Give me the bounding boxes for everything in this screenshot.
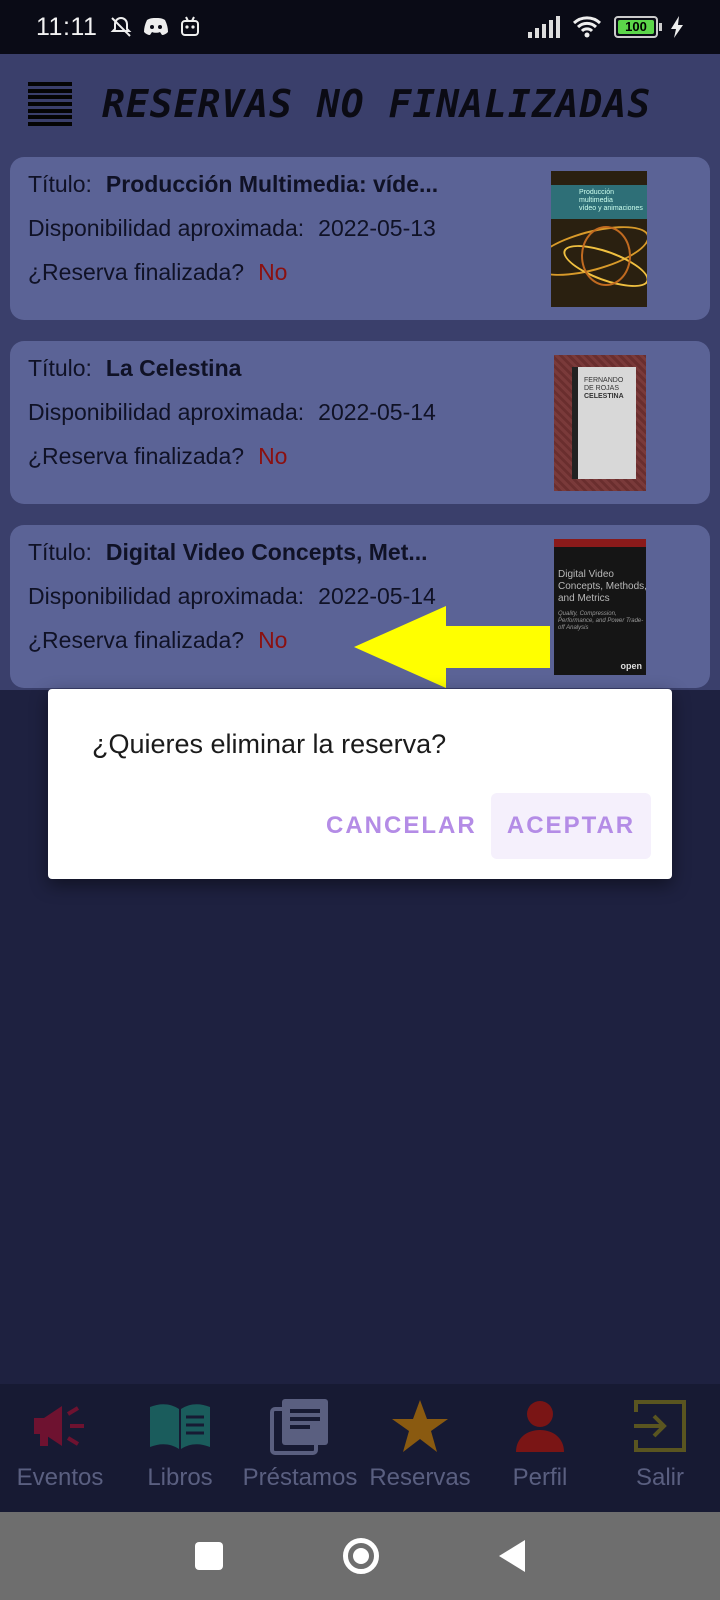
status-bar: 11:11 100: [0, 0, 720, 54]
cover-text: open: [620, 661, 643, 671]
availability-date: 2022-05-14: [318, 399, 436, 425]
card-title-row: Título: Producción Multimedia: víde...: [28, 171, 438, 198]
nav-label: Libros: [147, 1464, 213, 1491]
hamburger-menu-icon[interactable]: [28, 82, 72, 126]
book-title: Producción Multimedia: víde...: [105, 171, 439, 197]
app-header: RESERVAS NO FINALIZADAS: [0, 54, 720, 154]
book-cover-image: FERNANDO DE ROJAS CELESTINA: [554, 355, 646, 491]
card-finished-row: ¿Reserva finalizada? No: [28, 627, 287, 654]
documents-icon: [268, 1396, 332, 1456]
megaphone-icon: [28, 1396, 92, 1456]
yellow-arrow-icon: [354, 606, 550, 688]
status-time: 11:11: [36, 12, 98, 41]
discord-icon: [144, 18, 169, 35]
finished-label: ¿Reserva finalizada?: [28, 627, 245, 653]
cover-text: CELESTINA: [584, 393, 624, 400]
cover-text: Producción multimedia: [579, 189, 615, 204]
book-title: Digital Video Concepts, Met...: [105, 539, 428, 565]
nav-item-perfil[interactable]: Perfil: [480, 1384, 600, 1512]
status-left-icons: [109, 15, 201, 39]
finished-value: No: [258, 259, 288, 285]
cover-text: Quality, Compression, Performance, and P…: [558, 611, 644, 631]
availability-label: Disponibilidad aproximada:: [28, 215, 305, 241]
nav-label: Eventos: [16, 1464, 104, 1491]
star-icon: [388, 1396, 452, 1456]
back-button[interactable]: [499, 1540, 525, 1572]
status-right-icons: 100: [528, 15, 684, 39]
signal-icon: [528, 16, 560, 38]
card-availability-row: Disponibilidad aproximada: 2022-05-14: [28, 399, 436, 426]
accept-button[interactable]: ACEPTAR: [491, 793, 651, 859]
cover-text: vídeo y animaciones: [579, 205, 643, 212]
person-icon: [508, 1396, 572, 1456]
card-finished-row: ¿Reserva finalizada? No: [28, 259, 287, 286]
card-availability-row: Disponibilidad aproximada: 2022-05-13: [28, 215, 436, 242]
nav-label: Préstamos: [242, 1464, 358, 1491]
cover-text: Digital Video Concepts, Methods, and Met…: [558, 569, 646, 604]
reservation-card[interactable]: Título: La Celestina Disponibilidad aprox…: [10, 341, 710, 504]
open-book-icon: [148, 1396, 212, 1456]
cover-text: FERNANDO: [584, 377, 624, 384]
recents-button[interactable]: [195, 1542, 223, 1570]
availability-label: Disponibilidad aproximada:: [28, 583, 305, 609]
cancel-button[interactable]: CANCELAR: [310, 793, 493, 859]
book-cover-image: Digital Video Concepts, Methods, and Met…: [554, 539, 646, 675]
battery-level: 100: [618, 20, 654, 34]
nav-item-reservas[interactable]: Reservas: [360, 1384, 480, 1512]
card-title-row: Título: Digital Video Concepts, Met...: [28, 539, 428, 566]
availability-date: 2022-05-13: [318, 215, 436, 241]
wifi-icon: [572, 16, 602, 38]
nav-item-libros[interactable]: Libros: [120, 1384, 240, 1512]
nav-item-eventos[interactable]: Eventos: [0, 1384, 120, 1512]
availability-label: Disponibilidad aproximada:: [28, 399, 305, 425]
finished-value: No: [258, 627, 288, 653]
card-title-row: Título: La Celestina: [28, 355, 241, 382]
book-cover-image: Producción multimedia vídeo y animaciones: [551, 171, 647, 307]
nav-label: Perfil: [512, 1464, 568, 1491]
notifications-off-icon: [110, 16, 132, 37]
finished-label: ¿Reserva finalizada?: [28, 443, 245, 469]
title-label: Título:: [28, 539, 92, 565]
finished-label: ¿Reserva finalizada?: [28, 259, 245, 285]
system-navigation-bar: [0, 1512, 720, 1600]
charging-icon: [671, 16, 683, 38]
book-title: La Celestina: [105, 355, 242, 381]
nav-label: Salir: [635, 1464, 684, 1491]
reservation-card[interactable]: Título: Producción Multimedia: víde... Di…: [10, 157, 710, 320]
title-label: Título:: [28, 171, 92, 197]
battery-icon: 100: [614, 16, 662, 38]
finished-value: No: [258, 443, 288, 469]
nav-label: Reservas: [369, 1464, 471, 1491]
cover-text: DE ROJAS: [584, 385, 620, 392]
card-finished-row: ¿Reserva finalizada? No: [28, 443, 287, 470]
home-button[interactable]: [343, 1538, 379, 1574]
bottom-navigation: Eventos Libros Préstamos Reservas Perfil…: [0, 1384, 720, 1512]
title-label: Título:: [28, 355, 92, 381]
nav-item-prestamos[interactable]: Préstamos: [240, 1384, 360, 1512]
exit-icon: [628, 1396, 692, 1456]
confirm-dialog: ¿Quieres eliminar la reserva? CANCELAR A…: [48, 689, 672, 879]
dialog-message: ¿Quieres eliminar la reserva?: [92, 729, 447, 759]
android-robot-icon: [181, 16, 200, 36]
page-title: RESERVAS NO FINALIZADAS: [102, 82, 652, 126]
nav-item-salir[interactable]: Salir: [600, 1384, 720, 1512]
